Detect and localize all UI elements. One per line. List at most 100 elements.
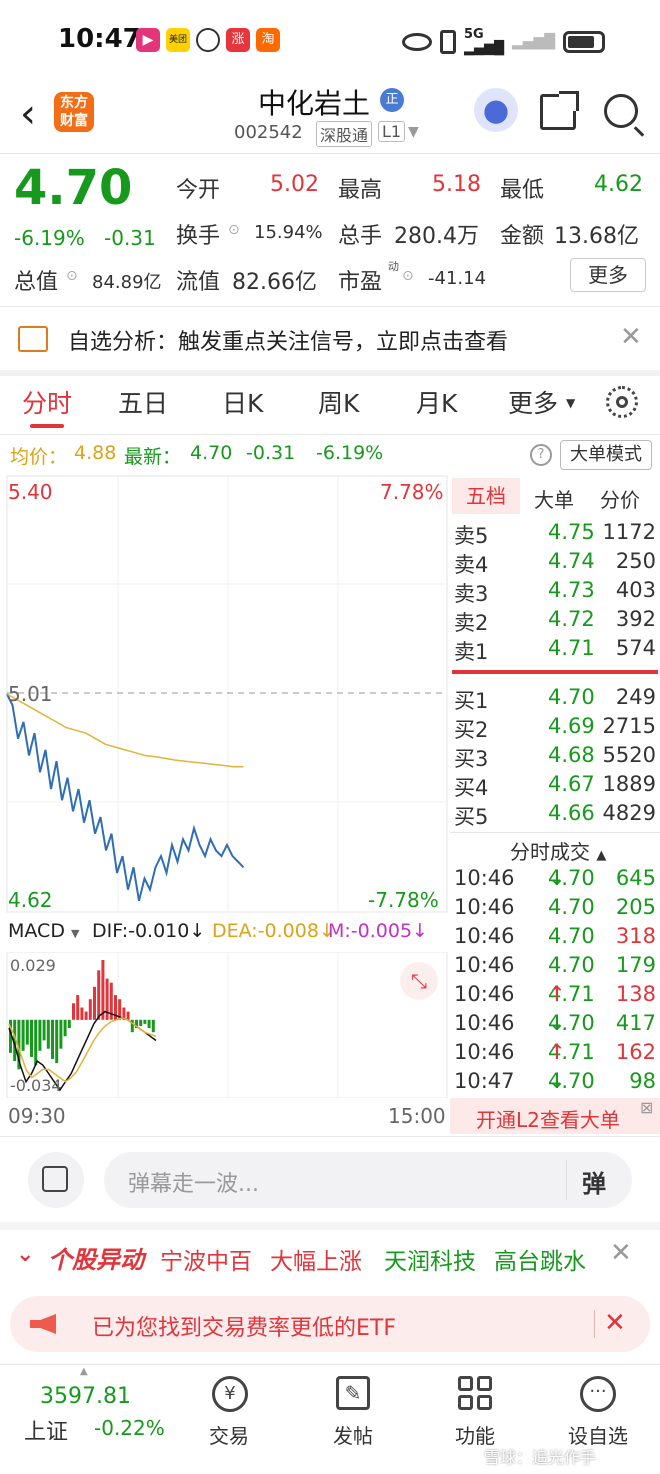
chevron-down-icon[interactable]: ▼ xyxy=(408,124,419,140)
buy-row[interactable]: 买5 4.66 4829 xyxy=(452,801,658,830)
vibrate-icon xyxy=(440,30,456,54)
large-order-mode-button[interactable]: 大单模式 xyxy=(560,440,652,470)
buy-row[interactable]: 买4 4.67 1889 xyxy=(452,772,658,801)
nav-trade[interactable]: 交易 xyxy=(174,1420,284,1449)
l2-banner-text[interactable]: 开通L2查看大单 xyxy=(476,1104,620,1133)
macd-top-label: 0.029 xyxy=(10,956,56,975)
info-icon[interactable]: ⊙ xyxy=(228,222,240,238)
buy-row[interactable]: 买3 4.68 5520 xyxy=(452,743,658,772)
macd-bar xyxy=(139,1019,143,1026)
macd-bar xyxy=(42,1019,46,1041)
news-app-icon: 涨 xyxy=(226,28,250,52)
amount-value: 13.68亿 xyxy=(554,224,639,249)
orderbook-tab-large[interactable]: 大单 xyxy=(534,484,574,513)
time-start: 09:30 xyxy=(8,1104,66,1128)
macd-selector[interactable]: MACD ▼ xyxy=(8,920,79,942)
more-button[interactable]: 更多 xyxy=(570,258,646,292)
axis-top-price: 5.40 xyxy=(8,480,53,504)
info-icon[interactable]: ⊙ xyxy=(402,268,414,284)
chevron-down-icon[interactable]: ⌄ xyxy=(16,1242,34,1267)
nav-post[interactable]: 发帖 xyxy=(298,1420,408,1449)
macd-chart[interactable] xyxy=(0,952,448,1098)
macd-bar xyxy=(88,999,92,1020)
pe-label: 市盈 xyxy=(338,270,383,295)
high-label: 最高 xyxy=(338,178,383,203)
trades-title[interactable]: 分时成交 ▲ xyxy=(510,836,606,865)
macd-bar xyxy=(84,1011,88,1020)
sell-row[interactable]: 卖3 4.73 403 xyxy=(452,578,658,607)
tab-five-day[interactable]: 五日 xyxy=(118,384,168,420)
sell-row[interactable]: 卖4 4.74 250 xyxy=(452,549,658,578)
post-icon[interactable]: ✎ xyxy=(336,1376,370,1410)
stock-code: 002542 xyxy=(234,122,303,143)
buy-row[interactable]: 买1 4.70 249 xyxy=(452,685,658,714)
expand-icon[interactable]: ⤡ xyxy=(400,962,438,1000)
sell-row[interactable]: 卖2 4.72 392 xyxy=(452,607,658,636)
open-value: 5.02 xyxy=(270,172,319,197)
danmu-button[interactable]: 弹 xyxy=(582,1164,606,1199)
promo-text[interactable]: 已为您找到交易费率更低的ETF xyxy=(92,1310,396,1342)
macd-bar xyxy=(80,1007,84,1020)
back-button[interactable]: ‹ xyxy=(10,91,46,137)
help-icon[interactable]: ? xyxy=(530,444,552,466)
info-icon[interactable]: ⊙ xyxy=(66,268,78,284)
trade-row: 10:46 4.71 ↑ 162 xyxy=(454,1040,656,1064)
orderbook-tab-five[interactable]: 五档 xyxy=(452,478,520,514)
mover-name[interactable]: 天润科技 xyxy=(384,1242,476,1276)
change-value: -0.31 xyxy=(104,226,156,250)
index-name[interactable]: 上证 xyxy=(24,1414,68,1446)
tab-more[interactable]: 更多 xyxy=(508,384,558,420)
close-icon[interactable]: ✕ xyxy=(610,1238,632,1268)
more-dots-icon[interactable]: ··· xyxy=(580,1376,616,1412)
tab-intraday[interactable]: 分时 xyxy=(22,384,72,420)
pe-value: -41.14 xyxy=(428,268,487,289)
tab-monthly-k[interactable]: 月K xyxy=(416,384,457,420)
time-end: 15:00 xyxy=(388,1104,446,1128)
macd-bar xyxy=(46,1019,50,1049)
trade-icon[interactable]: ¥ xyxy=(212,1376,248,1412)
macd-bar xyxy=(34,1019,38,1066)
sell-row[interactable]: 卖1 4.71 574 xyxy=(452,636,658,665)
pe-superscript: 动 xyxy=(388,260,399,273)
tag-exchange[interactable]: 深股通 xyxy=(316,121,373,147)
hand-icon xyxy=(196,28,220,52)
notice-text[interactable]: 自选分析：触发重点关注信号，立即点击查看 xyxy=(68,324,508,356)
signal-5g-icon: 5G ▂▄▆█ xyxy=(464,27,504,56)
settings-gear-icon[interactable] xyxy=(606,386,638,418)
eye-icon xyxy=(402,33,432,51)
axis-bottom-pct: -7.78% xyxy=(368,888,439,912)
functions-icon[interactable] xyxy=(458,1376,492,1410)
robot-assistant-icon[interactable] xyxy=(474,88,518,132)
sell-row[interactable]: 卖5 4.75 1172 xyxy=(452,520,658,549)
stock-name: 中化岩土 xyxy=(258,87,371,120)
macd-bar xyxy=(147,1019,151,1029)
macd-bar xyxy=(143,1019,147,1024)
app-badge[interactable]: 东方财富 xyxy=(54,92,94,132)
orderbook-tab-price[interactable]: 分价 xyxy=(600,484,640,513)
turnover-value: 15.94% xyxy=(254,222,323,243)
share-icon[interactable] xyxy=(540,91,579,130)
tab-daily-k[interactable]: 日K xyxy=(222,384,263,420)
close-icon[interactable]: ✕ xyxy=(620,322,642,352)
movers-title: 个股异动 xyxy=(48,1246,144,1274)
search-icon[interactable] xyxy=(604,94,645,137)
close-icon[interactable]: ⊠ xyxy=(640,1098,653,1117)
danmu-placeholder: 弹幕走一波... xyxy=(128,1172,259,1197)
buy-row[interactable]: 买2 4.69 2715 xyxy=(452,714,658,743)
tag-level[interactable]: L1 xyxy=(378,121,406,142)
tab-weekly-k[interactable]: 周K xyxy=(318,384,359,420)
macd-bar xyxy=(93,986,96,1020)
current-price: 4.70 xyxy=(14,160,133,216)
video-app-icon: ▶ xyxy=(136,28,160,52)
intraday-chart[interactable] xyxy=(0,474,448,914)
index-value[interactable]: 3597.81 xyxy=(40,1384,131,1409)
margin-badge-icon: 正 xyxy=(380,88,404,112)
macd-dif: DIF:-0.010↓ xyxy=(92,920,206,942)
comment-settings-icon[interactable] xyxy=(28,1152,84,1208)
axis-top-pct: 7.78% xyxy=(380,480,444,504)
float-value: 82.66亿 xyxy=(232,270,317,295)
turnover-label: 换手 xyxy=(176,224,221,249)
close-icon[interactable]: ✕ xyxy=(604,1308,626,1338)
trade-row: 10:46 4.70 179 xyxy=(454,953,656,977)
mover-name[interactable]: 宁波中百 xyxy=(160,1242,252,1276)
